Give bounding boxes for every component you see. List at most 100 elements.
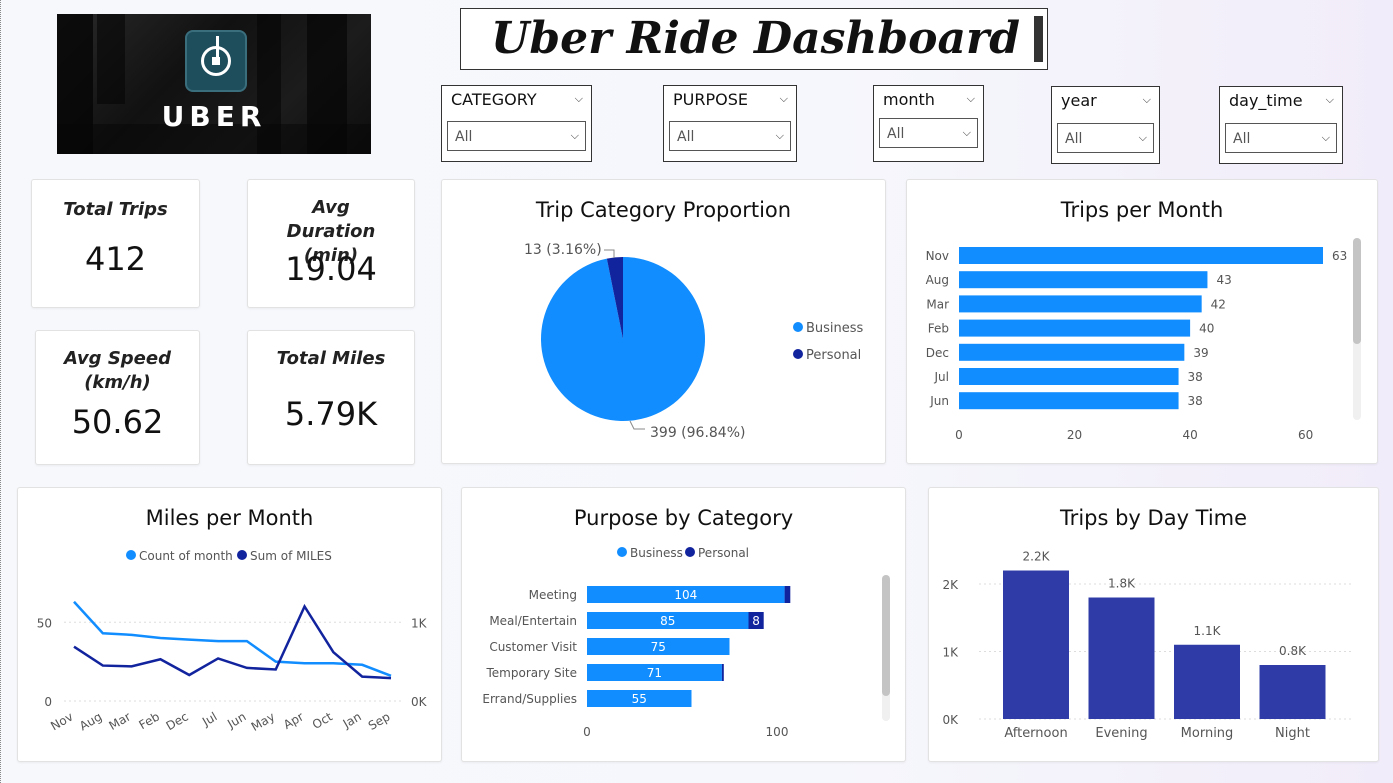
x-tick-label: 0	[955, 428, 963, 442]
y-tick-label-right: 1K	[411, 616, 428, 630]
kpi-value: 5.79K	[284, 395, 378, 433]
chart-trips-by-day-time[interactable]: Trips by Day Time 0K 1K 2K 2.2K Afternoon 1.8…	[928, 487, 1379, 762]
data-label-business: 75	[651, 640, 666, 654]
data-label-business: 104	[674, 588, 697, 602]
chevron-down-icon[interactable]: ⌵	[575, 92, 583, 106]
chart-purpose-by-category[interactable]: Purpose by Category Business Personal Meet…	[461, 487, 906, 762]
category-label: Jul	[934, 370, 949, 384]
chart-trips-per-month[interactable]: Trips per Month Nov 63 Aug 43 Mar 42 Feb 40 Dec 3…	[906, 179, 1378, 464]
x-tick-label: 60	[1298, 428, 1313, 442]
leader-line-personal	[604, 249, 615, 258]
slicer-label: month	[883, 90, 935, 109]
slicer-category[interactable]: CATEGORY ⌵ All ⌵	[441, 85, 592, 162]
column-chart-svg: 0K 1K 2K 2.2K Afternoon 1.8K Evening 1.1K Mornin…	[942, 550, 1354, 741]
uber-logo-icon	[185, 30, 247, 92]
data-label: 0.8K	[1279, 644, 1307, 658]
x-tick-label: 100	[766, 725, 789, 739]
category-label: Nov	[926, 249, 949, 263]
slicer-dropdown[interactable]: All ⌵	[669, 121, 791, 151]
slicer-value: All	[1065, 131, 1083, 147]
bar	[959, 319, 1191, 337]
chart-miles-per-month[interactable]: Miles per Month Count of month Sum of MIL…	[17, 487, 442, 762]
data-label-personal: 13 (3.16%)	[524, 242, 602, 258]
dashboard-title-box: Uber Ride Dashboard	[460, 8, 1048, 70]
x-tick-label: May	[249, 709, 277, 734]
data-label: 2.2K	[1023, 550, 1051, 564]
x-tick-label: Afternoon	[1004, 726, 1067, 741]
slicer-month[interactable]: month ⌵ All ⌵	[873, 85, 984, 162]
data-label-business: 55	[632, 692, 647, 706]
category-label: Aug	[926, 273, 949, 287]
data-label: 42	[1211, 297, 1226, 311]
data-label-business: 85	[660, 614, 675, 628]
legend-marker-business	[793, 322, 803, 332]
slicer-dropdown[interactable]: All ⌵	[879, 118, 978, 148]
bar	[959, 392, 1179, 410]
scrollbar-track[interactable]	[882, 575, 890, 721]
y-tick-label-left: 50	[37, 616, 52, 630]
chevron-down-icon[interactable]: ⌵	[780, 92, 788, 106]
kpi-label: Total Miles	[276, 348, 386, 369]
bar	[959, 295, 1202, 313]
slicer-label: year	[1061, 91, 1097, 110]
x-tick-label: 0	[583, 725, 591, 739]
category-label: Meal/Entertain	[489, 614, 577, 628]
data-label: 43	[1216, 273, 1231, 287]
column-bar	[1259, 665, 1326, 719]
x-tick-label: 20	[1067, 428, 1082, 442]
stacked-bar-chart-svg: Business Personal Meeting 104 Meal/Entertain…	[482, 546, 791, 739]
kpi-avg-duration[interactable]: Avg Duration (min) 19.04	[247, 179, 415, 308]
x-tick-label: Feb	[137, 709, 162, 732]
chevron-down-icon[interactable]: ⌵	[1326, 93, 1334, 107]
scrollbar-track[interactable]	[1353, 238, 1361, 420]
legend-marker-business	[617, 547, 627, 557]
slicer-label: day_time	[1229, 91, 1303, 110]
legend-marker-personal	[685, 547, 695, 557]
data-label: 1.8K	[1108, 577, 1136, 591]
slicer-dropdown[interactable]: All ⌵	[447, 121, 586, 151]
category-label: Dec	[926, 346, 949, 360]
x-tick-label: Jan	[340, 709, 364, 731]
kpi-total-miles[interactable]: Total Miles 5.79K	[247, 330, 415, 465]
slicer-label: CATEGORY	[451, 90, 537, 109]
slicer-dropdown[interactable]: All ⌵	[1225, 123, 1337, 153]
pie-chart-svg: 13 (3.16%) 399 (96.84%) Business Personal	[524, 242, 864, 441]
slicer-purpose[interactable]: PURPOSE ⌵ All ⌵	[663, 85, 797, 162]
legend-marker-count	[126, 550, 136, 560]
slicer-year[interactable]: year ⌵ All ⌵	[1051, 86, 1160, 164]
x-tick-label: Night	[1275, 726, 1310, 741]
legend-label-business: Business	[630, 546, 683, 560]
scrollbar-thumb[interactable]	[882, 575, 890, 696]
kpi-avg-speed[interactable]: Avg Speed (km/h) 50.62	[35, 330, 200, 465]
data-label: 1.1K	[1194, 624, 1222, 638]
text-cursor	[1034, 16, 1043, 62]
data-label: 39	[1193, 346, 1208, 360]
kpi-total-trips[interactable]: Total Trips 412	[31, 179, 200, 308]
leader-line-business	[629, 420, 645, 430]
data-label-business: 71	[647, 666, 662, 680]
category-label: Temporary Site	[486, 666, 578, 680]
slicer-label: PURPOSE	[673, 90, 748, 109]
chart-trip-category-proportion[interactable]: Trip Category Proportion 13 (3.16%) 399 (…	[441, 179, 886, 464]
page-title: Uber Ride Dashboard	[491, 13, 1020, 64]
scrollbar-thumb[interactable]	[1353, 238, 1361, 344]
legend-label-count: Count of month	[139, 549, 233, 563]
bar-chart-svg: Nov 63 Aug 43 Mar 42 Feb 40 Dec 39 Jul 38 Jun 38 0 20 40…	[926, 247, 1347, 442]
slicer-day-time[interactable]: day_time ⌵ All ⌵	[1219, 86, 1343, 164]
y-tick-label-left: 0	[44, 695, 52, 709]
y-tick-label-right: 0K	[411, 695, 428, 709]
slicer-dropdown[interactable]: All ⌵	[1057, 123, 1154, 153]
column-bar	[1003, 570, 1069, 719]
slicer-value: All	[887, 126, 905, 142]
chevron-down-icon[interactable]: ⌵	[1143, 93, 1151, 107]
x-tick-label: Morning	[1181, 726, 1234, 741]
slicer-value: All	[1233, 131, 1251, 147]
x-tick-label: Aug	[77, 709, 104, 733]
x-tick-label: Oct	[310, 709, 335, 732]
logo-wordmark: UBER	[161, 100, 267, 133]
chevron-down-icon[interactable]: ⌵	[967, 92, 975, 106]
chevron-down-icon: ⌵	[775, 129, 784, 142]
chevron-down-icon: ⌵	[1138, 131, 1147, 144]
x-tick-label: Evening	[1095, 726, 1147, 741]
kpi-label: Total Trips	[63, 199, 168, 220]
